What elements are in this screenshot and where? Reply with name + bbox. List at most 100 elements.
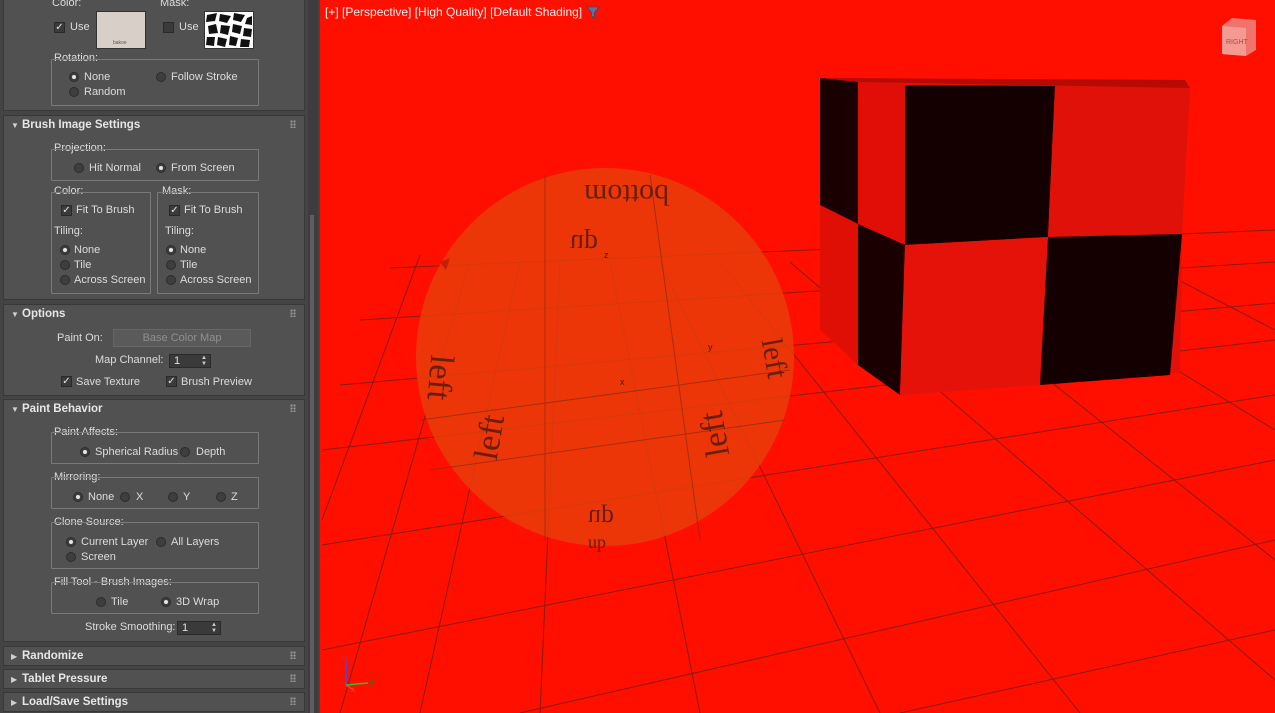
- mirror-y-radio[interactable]: [168, 492, 178, 502]
- depth-label: Depth: [196, 446, 226, 458]
- color-tiling-none-radio[interactable]: [60, 245, 70, 255]
- gizmo-y-text: y: [369, 677, 374, 687]
- drag-grip-icon[interactable]: [290, 697, 296, 705]
- mask-label: Mask:: [160, 0, 190, 9]
- options-rollout: ▼ Options Paint On: Base Color Map Map C…: [3, 304, 305, 396]
- all-layers-radio[interactable]: [156, 537, 166, 547]
- brush-preview-checkbox[interactable]: ✓: [166, 376, 177, 387]
- map-channel-spinner[interactable]: 1 ▲ ▼: [169, 354, 211, 368]
- color-tiling-none-label: None: [74, 244, 101, 256]
- paint-on-button[interactable]: Base Color Map: [113, 329, 251, 347]
- drag-grip-icon[interactable]: [290, 120, 296, 128]
- stroke-smoothing-label: Stroke Smoothing:: [85, 621, 176, 633]
- hit-normal-label: Hit Normal: [89, 162, 141, 174]
- mask-brush-thumbnail[interactable]: [204, 11, 254, 49]
- drag-grip-icon[interactable]: [290, 651, 296, 659]
- randomize-rollout[interactable]: ▶ Randomize: [3, 646, 305, 666]
- color-fit-checkbox[interactable]: ✓: [61, 205, 72, 216]
- spinner-arrows-icon[interactable]: ▲ ▼: [211, 622, 217, 634]
- stroke-smoothing-spinner[interactable]: 1 ▲ ▼: [177, 621, 221, 635]
- color-label: Color:: [52, 0, 82, 9]
- scrollbar-thumb[interactable]: [310, 215, 314, 713]
- brush-image-settings-rollout: ▼ Brush Image Settings Projection: Hit N…: [3, 115, 305, 300]
- screen-radio[interactable]: [66, 552, 76, 562]
- axis-y-text: y: [708, 342, 713, 352]
- spherical-radius-label: Spherical Radius: [95, 446, 179, 458]
- gizmo-z-text: z: [344, 654, 349, 664]
- sphere-object[interactable]: [416, 168, 794, 546]
- randomize-header[interactable]: ▶ Randomize: [4, 647, 304, 667]
- expand-arrow-icon: ▶: [11, 675, 18, 684]
- color-use-checkbox[interactable]: ✓: [54, 22, 65, 33]
- mirror-none-radio[interactable]: [73, 492, 83, 502]
- fill-tile-radio[interactable]: [96, 597, 106, 607]
- rotation-none-radio[interactable]: [69, 72, 79, 82]
- load-save-rollout[interactable]: ▶ Load/Save Settings: [3, 692, 305, 712]
- options-header[interactable]: ▼ Options: [4, 305, 304, 325]
- expand-arrow-icon: ▶: [11, 652, 18, 661]
- fill-3d-wrap-radio[interactable]: [161, 597, 171, 607]
- thumbnail-text: bakoe: [113, 40, 127, 46]
- drag-grip-icon[interactable]: [290, 674, 296, 682]
- mask-tiling-none-label: None: [180, 244, 207, 256]
- filter-icon[interactable]: [586, 6, 600, 19]
- sphere-text: left: [755, 336, 795, 382]
- paint-on-label: Paint On:: [57, 332, 103, 344]
- brush-image-settings-header[interactable]: ▼ Brush Image Settings: [4, 116, 304, 136]
- mirror-z-radio[interactable]: [216, 492, 226, 502]
- drag-grip-icon[interactable]: [290, 309, 296, 317]
- load-save-header[interactable]: ▶ Load/Save Settings: [4, 693, 304, 713]
- current-layer-radio[interactable]: [66, 537, 76, 547]
- depth-radio[interactable]: [180, 447, 190, 457]
- gizmo-x-text: x: [351, 685, 355, 694]
- mask-use-checkbox[interactable]: [163, 22, 174, 33]
- axis-x-text: x: [620, 377, 625, 387]
- fill-3d-wrap-label: 3D Wrap: [176, 596, 220, 608]
- rollout-title: Paint Behavior: [22, 403, 103, 415]
- mask-tiling-across-label: Across Screen: [180, 274, 252, 286]
- mask-fit-checkbox[interactable]: ✓: [169, 205, 180, 216]
- collapse-arrow-icon: ▼: [11, 310, 19, 319]
- paint-behavior-header[interactable]: ▼ Paint Behavior: [4, 400, 304, 420]
- rollout-title: Options: [22, 308, 66, 320]
- tablet-pressure-rollout[interactable]: ▶ Tablet Pressure: [3, 669, 305, 689]
- color-tiling-tile-radio[interactable]: [60, 260, 70, 270]
- mask-use-label: Use: [179, 21, 199, 33]
- mirror-x-radio[interactable]: [120, 492, 130, 502]
- expand-arrow-icon: ▶: [11, 698, 18, 707]
- rotation-random-radio[interactable]: [69, 87, 79, 97]
- mirror-y-label: Y: [183, 491, 191, 503]
- rotation-follow-radio[interactable]: [156, 72, 166, 82]
- mask-tiling-tile-radio[interactable]: [166, 260, 176, 270]
- from-screen-radio[interactable]: [156, 163, 166, 173]
- axis-gizmo: z y x: [344, 654, 374, 694]
- save-texture-checkbox[interactable]: ✓: [61, 376, 72, 387]
- color-use-label: Use: [70, 21, 90, 33]
- mask-tiling-across-radio[interactable]: [166, 275, 176, 285]
- color-tiling-across-radio[interactable]: [60, 275, 70, 285]
- paint-behavior-rollout: ▼ Paint Behavior Paint Affects: Spherica…: [3, 399, 305, 642]
- checker-cube[interactable]: [820, 78, 1190, 395]
- perspective-viewport[interactable]: bottom up left left left left up up z y …: [320, 0, 1275, 713]
- sphere-text: bottom: [584, 178, 669, 211]
- mask-tiling-none-radio[interactable]: [166, 245, 176, 255]
- viewcube[interactable]: RIGHT: [1222, 18, 1256, 56]
- drag-grip-icon[interactable]: [290, 404, 296, 412]
- spherical-radius-radio[interactable]: [80, 447, 90, 457]
- color-brush-thumbnail[interactable]: bakoe: [96, 11, 146, 49]
- mask-tiling-label: Tiling:: [165, 225, 194, 237]
- mask-pattern-icon: [206, 13, 252, 47]
- map-channel-label: Map Channel:: [95, 354, 164, 366]
- mirror-x-label: X: [136, 491, 144, 503]
- hit-normal-radio[interactable]: [74, 163, 84, 173]
- fill-tile-label: Tile: [111, 596, 129, 608]
- spinner-arrows-icon[interactable]: ▲ ▼: [201, 355, 207, 367]
- rotation-random-label: Random: [84, 86, 126, 98]
- viewport-label[interactable]: [+] [Perspective] [High Quality] [Defaul…: [325, 5, 582, 19]
- sphere-text: left: [419, 353, 460, 402]
- mirror-z-label: Z: [231, 491, 238, 503]
- map-channel-value: 1: [174, 355, 181, 367]
- tablet-pressure-header[interactable]: ▶ Tablet Pressure: [4, 670, 304, 690]
- mask-fit-label: Fit To Brush: [184, 204, 243, 216]
- rollout-title: Randomize: [22, 650, 84, 662]
